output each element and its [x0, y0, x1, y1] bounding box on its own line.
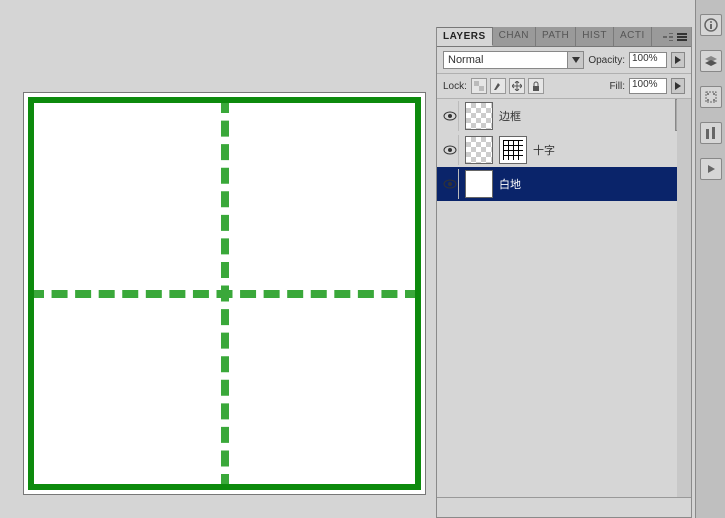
visibility-eye-icon[interactable] — [441, 101, 459, 131]
layer-name-label[interactable]: 十字 — [533, 142, 555, 158]
layer-mask-thumbnail[interactable] — [499, 136, 527, 164]
lock-transparent-icon[interactable] — [471, 78, 487, 94]
layer-row[interactable]: 十字 — [437, 133, 677, 167]
layers-icon[interactable] — [700, 50, 722, 72]
visibility-eye-icon[interactable] — [441, 169, 459, 199]
tab-actions[interactable]: ACTI — [614, 27, 652, 46]
fill-input[interactable]: 100% — [629, 78, 667, 94]
layer-thumbnail[interactable] — [465, 170, 493, 198]
layers-list[interactable]: 边框十字白地 — [437, 99, 691, 497]
tool-a-icon[interactable] — [700, 86, 722, 108]
tab-layers[interactable]: LAYERS — [437, 27, 493, 46]
opacity-flyout-icon[interactable] — [671, 52, 685, 68]
blend-mode-value: Normal — [448, 54, 483, 66]
opacity-input[interactable]: 100% — [629, 52, 667, 68]
fill-label: Fill: — [609, 81, 625, 92]
tool-b-icon[interactable] — [700, 122, 722, 144]
dock-bar — [695, 0, 725, 518]
layer-thumbnail[interactable] — [465, 136, 493, 164]
tab-history[interactable]: HIST — [576, 27, 614, 46]
chevron-down-icon[interactable] — [567, 52, 583, 68]
play-icon[interactable] — [700, 158, 722, 180]
lock-move-icon[interactable] — [509, 78, 525, 94]
lock-label: Lock: — [443, 81, 467, 92]
blend-mode-select[interactable]: Normal — [443, 51, 584, 69]
panel-menu-icon[interactable] — [677, 33, 687, 41]
layer-row[interactable]: 边框 — [437, 99, 677, 133]
canvas-document[interactable] — [23, 92, 426, 495]
border-layer-visual — [28, 97, 421, 490]
tab-channels[interactable]: CHAN — [493, 27, 536, 46]
layer-name-label[interactable]: 白地 — [499, 176, 521, 192]
visibility-eye-icon[interactable] — [441, 135, 459, 165]
fill-flyout-icon[interactable] — [671, 78, 685, 94]
collapse-icon[interactable] — [663, 33, 673, 41]
lock-all-icon[interactable] — [528, 78, 544, 94]
panel-tab-strip: LAYERS CHAN PATH HIST ACTI — [437, 27, 691, 47]
lock-fill-row: Lock: Fill: 100% — [437, 74, 691, 99]
layers-panel: LAYERS CHAN PATH HIST ACTI Normal Opacit… — [436, 27, 692, 518]
layer-row[interactable]: 白地 — [437, 167, 677, 201]
lock-brush-icon[interactable] — [490, 78, 506, 94]
layer-thumbnail[interactable] — [465, 102, 493, 130]
panel-footer — [437, 497, 691, 517]
tab-paths[interactable]: PATH — [536, 27, 576, 46]
opacity-label: Opacity: — [588, 55, 625, 66]
info-icon[interactable] — [700, 14, 722, 36]
layer-name-label[interactable]: 边框 — [499, 108, 521, 124]
blend-opacity-row: Normal Opacity: 100% — [437, 47, 691, 74]
